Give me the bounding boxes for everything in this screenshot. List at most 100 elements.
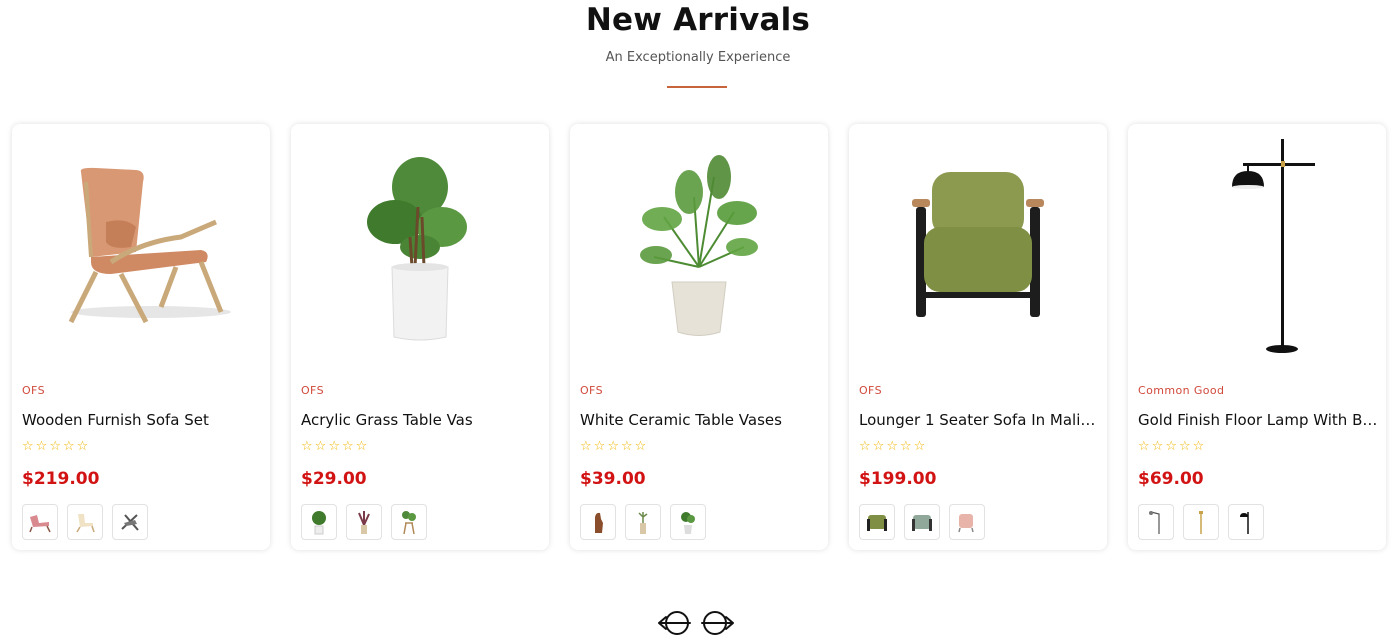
pink-armchair-icon bbox=[958, 514, 974, 533]
bush-plant-icon bbox=[312, 511, 326, 535]
section-subtitle: An Exceptionally Experience bbox=[605, 50, 791, 65]
variant-swatch[interactable] bbox=[1183, 504, 1219, 540]
bud-vase-icon bbox=[638, 512, 648, 534]
lounge-chair-icon bbox=[68, 167, 231, 324]
carousel-next-button[interactable] bbox=[698, 608, 736, 638]
star-empty-icon: ☆ bbox=[886, 439, 898, 454]
variant-swatches bbox=[22, 504, 148, 540]
rating-stars: ☆ ☆ ☆ ☆ ☆ bbox=[859, 440, 925, 454]
product-price: $39.00 bbox=[580, 469, 646, 489]
rating-stars: ☆ ☆ ☆ ☆ ☆ bbox=[580, 440, 646, 454]
star-empty-icon: ☆ bbox=[1178, 439, 1191, 454]
product-price: $199.00 bbox=[859, 469, 937, 489]
variant-swatch[interactable] bbox=[67, 504, 103, 540]
cream-chair-icon bbox=[76, 514, 95, 533]
rating-stars: ☆ ☆ ☆ ☆ ☆ bbox=[301, 440, 367, 454]
product-price: $219.00 bbox=[22, 469, 100, 489]
product-name[interactable]: Acrylic Grass Table Vas bbox=[301, 411, 541, 429]
star-empty-icon: ☆ bbox=[580, 439, 592, 454]
variant-swatch[interactable] bbox=[670, 504, 706, 540]
product-brand[interactable]: OFS bbox=[859, 384, 882, 397]
product-brand[interactable]: Common Good bbox=[1138, 384, 1224, 397]
variant-swatches bbox=[301, 504, 427, 540]
variant-swatch[interactable] bbox=[904, 504, 940, 540]
arrow-right-circle-icon bbox=[701, 611, 734, 635]
variant-swatch[interactable] bbox=[112, 504, 148, 540]
star-empty-icon: ☆ bbox=[1165, 439, 1177, 454]
star-empty-icon: ☆ bbox=[1151, 439, 1164, 454]
variant-swatch[interactable] bbox=[1228, 504, 1264, 540]
brass-lamp-icon bbox=[1199, 511, 1203, 534]
armchair-icon bbox=[912, 172, 1044, 317]
star-empty-icon: ☆ bbox=[22, 439, 34, 454]
dried-flower-vase-icon bbox=[358, 511, 370, 534]
carousel-navigation bbox=[656, 608, 736, 638]
product-card[interactable]: OFS Acrylic Grass Table Vas ☆ ☆ ☆ ☆ ☆ $2… bbox=[291, 124, 549, 550]
black-lamp-icon bbox=[1240, 512, 1249, 534]
variant-swatch[interactable] bbox=[346, 504, 382, 540]
product-card[interactable]: OFS White Ceramic Table Vases ☆ ☆ ☆ ☆ ☆ … bbox=[570, 124, 828, 550]
star-empty-icon: ☆ bbox=[593, 439, 606, 454]
tall-plant-stand-icon bbox=[402, 511, 416, 535]
star-empty-icon: ☆ bbox=[301, 439, 313, 454]
product-image[interactable] bbox=[859, 132, 1097, 362]
star-empty-icon: ☆ bbox=[607, 439, 619, 454]
star-empty-icon: ☆ bbox=[355, 439, 368, 454]
palm-plant-icon bbox=[640, 155, 758, 336]
product-price: $69.00 bbox=[1138, 469, 1204, 489]
variant-swatch[interactable] bbox=[580, 504, 616, 540]
variant-swatch[interactable] bbox=[1138, 504, 1174, 540]
product-image[interactable] bbox=[22, 132, 260, 362]
product-card[interactable]: Common Good Gold Finish Floor Lamp With … bbox=[1128, 124, 1386, 550]
variant-swatch[interactable] bbox=[949, 504, 985, 540]
variant-swatch[interactable] bbox=[301, 504, 337, 540]
product-carousel: OFS Wooden Furnish Sofa Set ☆ ☆ ☆ ☆ ☆ $2… bbox=[12, 124, 1386, 550]
star-empty-icon: ☆ bbox=[859, 439, 871, 454]
star-empty-icon: ☆ bbox=[913, 439, 926, 454]
variant-swatch[interactable] bbox=[859, 504, 895, 540]
product-brand[interactable]: OFS bbox=[301, 384, 324, 397]
star-empty-icon: ☆ bbox=[634, 439, 647, 454]
sage-armchair-icon bbox=[912, 515, 932, 531]
product-name[interactable]: Wooden Furnish Sofa Set bbox=[22, 411, 262, 429]
star-empty-icon: ☆ bbox=[872, 439, 885, 454]
title-divider bbox=[667, 86, 727, 88]
section-title: New Arrivals bbox=[585, 2, 811, 38]
star-empty-icon: ☆ bbox=[35, 439, 48, 454]
star-empty-icon: ☆ bbox=[620, 439, 633, 454]
potted-plant-icon bbox=[367, 157, 467, 341]
star-empty-icon: ☆ bbox=[76, 439, 89, 454]
product-card[interactable]: OFS Wooden Furnish Sofa Set ☆ ☆ ☆ ☆ ☆ $2… bbox=[12, 124, 270, 550]
product-price: $29.00 bbox=[301, 469, 367, 489]
star-empty-icon: ☆ bbox=[1138, 439, 1150, 454]
product-image[interactable] bbox=[580, 132, 818, 362]
green-armchair-icon bbox=[867, 515, 887, 531]
product-name[interactable]: Lounger 1 Seater Sofa In Malib... bbox=[859, 411, 1099, 429]
rating-stars: ☆ ☆ ☆ ☆ ☆ bbox=[22, 440, 88, 454]
folding-chair-icon bbox=[121, 514, 139, 531]
product-image[interactable] bbox=[1138, 132, 1376, 362]
product-brand[interactable]: OFS bbox=[580, 384, 603, 397]
star-empty-icon: ☆ bbox=[314, 439, 327, 454]
star-empty-icon: ☆ bbox=[899, 439, 912, 454]
star-empty-icon: ☆ bbox=[341, 439, 354, 454]
product-card[interactable]: OFS Lounger 1 Seater Sofa In Malib... ☆ … bbox=[849, 124, 1107, 550]
small-plant-icon bbox=[681, 512, 695, 534]
product-brand[interactable]: OFS bbox=[22, 384, 45, 397]
star-empty-icon: ☆ bbox=[328, 439, 340, 454]
variant-swatch[interactable] bbox=[391, 504, 427, 540]
star-empty-icon: ☆ bbox=[62, 439, 75, 454]
product-image[interactable] bbox=[301, 132, 539, 362]
variant-swatch[interactable] bbox=[625, 504, 661, 540]
variant-swatch[interactable] bbox=[22, 504, 58, 540]
product-name[interactable]: White Ceramic Table Vases bbox=[580, 411, 820, 429]
product-name[interactable]: Gold Finish Floor Lamp With Bl... bbox=[1138, 411, 1378, 429]
variant-swatches bbox=[580, 504, 706, 540]
star-empty-icon: ☆ bbox=[49, 439, 61, 454]
variant-swatches bbox=[859, 504, 985, 540]
arc-lamp-icon bbox=[1149, 511, 1160, 534]
rating-stars: ☆ ☆ ☆ ☆ ☆ bbox=[1138, 440, 1204, 454]
pink-chair-icon bbox=[29, 515, 51, 533]
carousel-prev-button[interactable] bbox=[656, 608, 694, 638]
wood-sculpture-icon bbox=[595, 512, 603, 533]
